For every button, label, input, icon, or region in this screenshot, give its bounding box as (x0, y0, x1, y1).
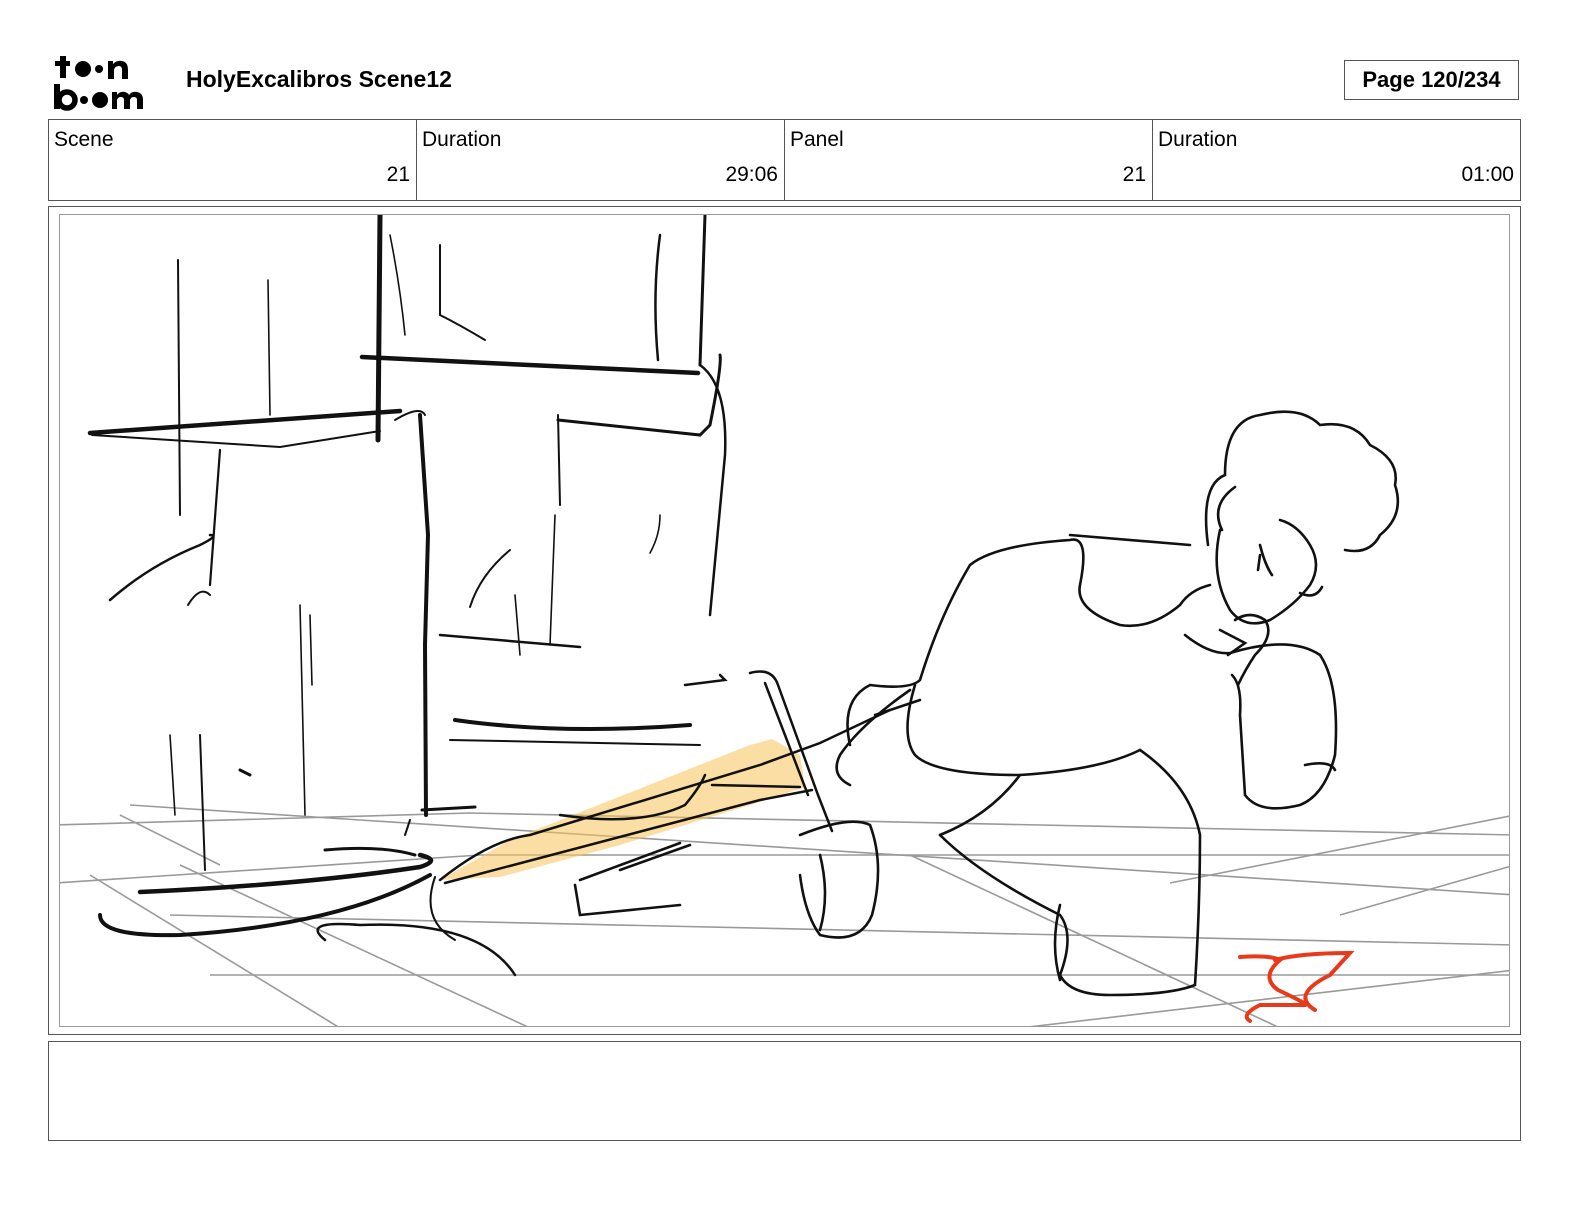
floor-grid (60, 804, 1509, 1026)
panel-duration-label: Duration (1158, 128, 1238, 151)
scene-cell: Scene 21 (49, 120, 417, 200)
panel-value: 21 (1122, 163, 1146, 186)
scene-label: Scene (54, 128, 114, 151)
project-title: HolyExcalibros Scene12 (186, 66, 452, 92)
panel-duration-value: 01:00 (1461, 163, 1514, 186)
scene-duration-cell: Duration 29:06 (417, 120, 785, 200)
toonboom-logo-mark (54, 56, 143, 111)
scene-duration-value: 29:06 (725, 163, 778, 186)
character-sketch (573, 410, 1400, 997)
sword-glow (440, 739, 805, 880)
panel-notes-box (48, 1041, 1521, 1141)
storyboard-sketch (60, 215, 1509, 1026)
panel-drawing-area (59, 214, 1510, 1027)
pillar-sketch (87, 215, 728, 871)
page-indicator: Page 120/234 (1344, 60, 1519, 100)
panel-label: Panel (790, 128, 844, 151)
toonboom-logo (52, 52, 164, 112)
scene-value: 21 (386, 163, 410, 186)
panel-cell: Panel 21 (785, 120, 1153, 200)
info-bar: Scene 21 Duration 29:06 Panel 21 Duratio… (48, 119, 1521, 201)
red-mark (1238, 954, 1308, 1023)
panel-duration-cell: Duration 01:00 (1153, 120, 1520, 200)
panel-frame (48, 206, 1521, 1035)
scene-duration-label: Duration (422, 128, 502, 151)
red-mark-stroke (1273, 950, 1355, 1012)
